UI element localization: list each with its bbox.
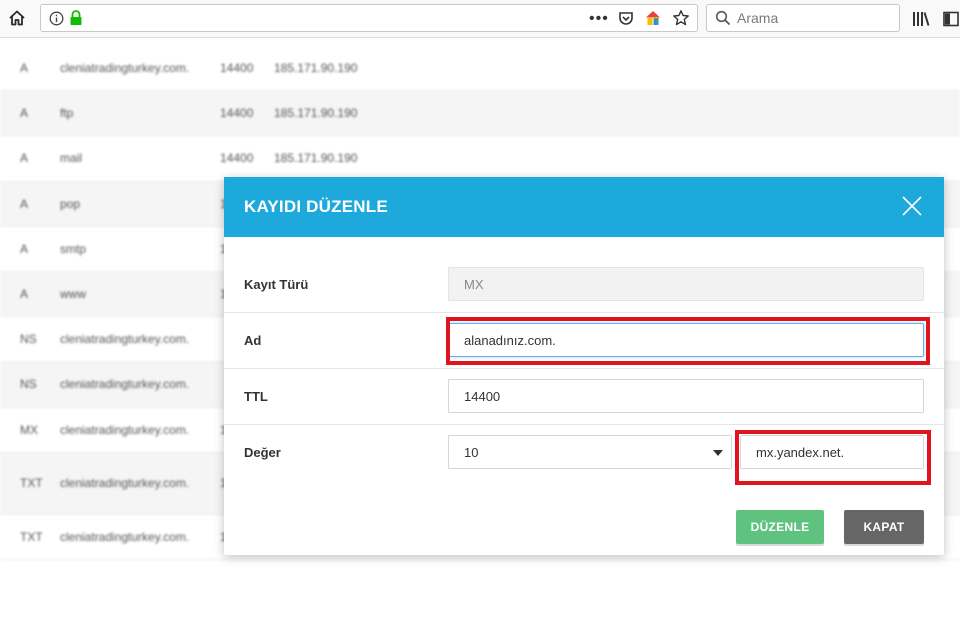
pocket-icon[interactable] bbox=[618, 10, 634, 31]
record-type-field bbox=[448, 267, 924, 301]
table-cell-type: TXT bbox=[20, 476, 43, 491]
table-cell-type: A bbox=[20, 287, 29, 302]
table-row: Aftp 14400 185.171.90.190 bbox=[0, 91, 960, 137]
chevron-down-icon bbox=[713, 450, 723, 456]
table-cell-type: TXT bbox=[20, 529, 43, 544]
table-cell-ttl: 14400 bbox=[220, 106, 254, 121]
ttl-input[interactable] bbox=[448, 379, 924, 413]
table-cell-name: cleniatradingturkey.com. bbox=[60, 377, 190, 392]
table-cell-name: smtp bbox=[60, 241, 87, 256]
search-icon bbox=[715, 10, 731, 31]
table-cell-name: pop bbox=[60, 196, 81, 211]
table-cell-name: cleniatradingturkey.com. bbox=[60, 61, 190, 76]
table-cell-name: www bbox=[60, 287, 86, 302]
library-icon[interactable] bbox=[910, 8, 932, 30]
table-cell-name: cleniatradingturkey.com. bbox=[60, 422, 190, 437]
table-row: Acleniatradingturkey.com. 14400 185.171.90… bbox=[0, 46, 960, 92]
table-cell-value: 185.171.90.190 bbox=[274, 61, 358, 76]
table-cell-name: cleniatradingturkey.com. bbox=[60, 529, 190, 544]
edit-button[interactable]: DÜZENLE bbox=[736, 510, 824, 544]
search-bar[interactable] bbox=[706, 4, 900, 32]
table-cell-type: A bbox=[20, 196, 29, 211]
search-input[interactable] bbox=[737, 9, 887, 27]
table-cell-ttl: 14400 bbox=[220, 151, 254, 166]
table-cell-name: cleniatradingturkey.com. bbox=[60, 476, 190, 491]
name-input[interactable] bbox=[448, 323, 924, 357]
modal-title: KAYIDI DÜZENLE bbox=[244, 197, 388, 216]
table-cell-value: 185.171.90.190 bbox=[274, 151, 358, 166]
table-cell-type: A bbox=[20, 151, 29, 166]
sidebar-icon[interactable] bbox=[940, 8, 960, 30]
table-cell-ttl: 14400 bbox=[220, 61, 254, 76]
home-icon[interactable] bbox=[6, 7, 28, 29]
priority-select[interactable]: 10 bbox=[448, 435, 732, 469]
lock-icon[interactable] bbox=[69, 10, 83, 31]
ttl-row: TTL bbox=[224, 369, 944, 425]
browser-toolbar: ••• bbox=[0, 0, 960, 38]
table-cell-type: NS bbox=[20, 332, 37, 347]
close-icon[interactable] bbox=[900, 194, 924, 218]
table-cell-value: 185.171.90.190 bbox=[274, 106, 358, 121]
table-cell-type: NS bbox=[20, 377, 37, 392]
modal-header: KAYIDI DÜZENLE bbox=[224, 177, 944, 237]
name-row: Ad bbox=[224, 313, 944, 369]
bookmark-star-icon[interactable] bbox=[672, 9, 690, 32]
host-input[interactable] bbox=[740, 435, 924, 469]
table-cell-name: ftp bbox=[60, 106, 74, 121]
table-cell-type: A bbox=[20, 61, 29, 76]
table-row: Amail 14400 185.171.90.190 bbox=[0, 136, 960, 182]
table-cell-name: cleniatradingturkey.com. bbox=[60, 332, 190, 347]
table-cell-type: MX bbox=[20, 422, 38, 437]
record-type-row: Kayıt Türü bbox=[224, 257, 944, 313]
edit-record-modal: KAYIDI DÜZENLE Kayıt Türü Ad TTL Değer 1… bbox=[224, 177, 944, 555]
priority-value: 10 bbox=[464, 445, 479, 460]
close-button[interactable]: KAPAT bbox=[844, 510, 924, 544]
extension-icon[interactable] bbox=[644, 9, 662, 32]
table-cell-type: A bbox=[20, 241, 29, 256]
url-bar[interactable]: ••• bbox=[40, 4, 698, 32]
ttl-label: TTL bbox=[244, 389, 268, 404]
info-icon[interactable] bbox=[49, 11, 64, 31]
record-type-label: Kayıt Türü bbox=[244, 277, 309, 292]
value-row: Değer 10 bbox=[224, 425, 944, 481]
value-label: Değer bbox=[244, 445, 281, 460]
name-label: Ad bbox=[244, 333, 262, 348]
table-cell-type: A bbox=[20, 106, 29, 121]
more-actions-icon[interactable]: ••• bbox=[589, 10, 609, 28]
table-cell-name: mail bbox=[60, 151, 83, 166]
